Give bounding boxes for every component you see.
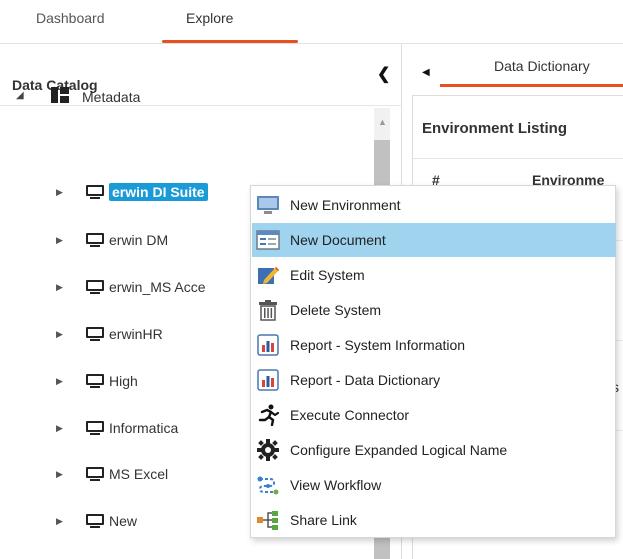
tree-node-label[interactable]: erwin DM — [109, 232, 168, 248]
share-link-icon — [256, 508, 280, 532]
menu-item-new-document[interactable]: New Document — [252, 223, 616, 257]
menu-item-edit-system[interactable]: Edit System — [252, 258, 616, 292]
tree-node[interactable]: ▶ erwin DM — [56, 228, 168, 252]
menu-item-view-workflow[interactable]: View Workflow — [252, 468, 616, 502]
running-person-icon — [256, 403, 280, 427]
menu-item-new-environment[interactable]: New Environment — [252, 188, 616, 222]
tab-scroll-left-icon[interactable]: ◀ — [422, 67, 430, 78]
scroll-up-icon[interactable]: ▲ — [378, 117, 387, 127]
active-tab-indicator — [162, 40, 298, 43]
caret-right-icon[interactable]: ▶ — [56, 187, 66, 198]
tree-node[interactable]: ▶ erwin DI Suite — [56, 180, 208, 204]
report-chart-icon — [256, 368, 280, 392]
tree-node[interactable]: ▶ Informatica — [56, 416, 178, 440]
menu-item-configure-expanded-logical-name[interactable]: Configure Expanded Logical Name — [252, 433, 616, 467]
tab-explore[interactable]: Explore — [186, 10, 233, 26]
monitor-icon — [86, 420, 104, 436]
caret-right-icon[interactable]: ▶ — [56, 329, 66, 340]
menu-item-delete-system[interactable]: Delete System — [252, 293, 616, 327]
menu-item-report-data-dictionary[interactable]: Report - Data Dictionary — [252, 363, 616, 397]
document-icon — [256, 228, 280, 252]
tab-dashboard[interactable]: Dashboard — [36, 10, 105, 26]
caret-right-icon[interactable]: ▶ — [56, 423, 66, 434]
caret-right-icon[interactable]: ▶ — [56, 282, 66, 293]
tree-node-label[interactable]: New — [109, 513, 137, 529]
monitor-new-icon — [256, 193, 280, 217]
active-tab-indicator — [440, 84, 623, 87]
menu-item-report-system-information[interactable]: Report - System Information — [252, 328, 616, 362]
edit-pencil-icon — [256, 263, 280, 287]
tree-node-label[interactable]: erwinHR — [109, 326, 163, 342]
expand-caret-icon[interactable]: ◢ — [16, 90, 24, 101]
tree-root-label[interactable]: Metadata — [82, 89, 140, 105]
tree-node[interactable]: ▶ MS Excel — [56, 462, 168, 486]
caret-right-icon[interactable]: ▶ — [56, 235, 66, 246]
caret-right-icon[interactable]: ▶ — [56, 376, 66, 387]
monitor-icon — [86, 184, 104, 200]
monitor-icon — [86, 373, 104, 389]
section-title: Environment Listing — [422, 120, 568, 137]
monitor-icon — [86, 232, 104, 248]
monitor-icon — [86, 466, 104, 482]
tab-data-dictionary[interactable]: Data Dictionary — [494, 58, 590, 74]
menu-item-execute-connector[interactable]: Execute Connector — [252, 398, 616, 432]
divider — [413, 158, 623, 159]
trash-icon — [256, 298, 280, 322]
tree-node-label[interactable]: erwin_MS Acce — [109, 279, 205, 295]
top-tab-bar: Dashboard Explore — [0, 0, 623, 44]
tree-node-label[interactable]: High — [109, 373, 138, 389]
workflow-icon — [256, 473, 280, 497]
tree-node-label[interactable]: Informatica — [109, 420, 178, 436]
monitor-icon — [86, 513, 104, 529]
monitor-icon — [86, 326, 104, 342]
caret-right-icon[interactable]: ▶ — [56, 469, 66, 480]
caret-right-icon[interactable]: ▶ — [56, 516, 66, 527]
tree-node-label[interactable]: erwin DI Suite — [109, 183, 208, 201]
menu-item-share-link[interactable]: Share Link — [252, 503, 616, 537]
monitor-icon — [86, 279, 104, 295]
context-menu: New Environment New Document Edit System… — [250, 185, 616, 538]
grid-icon — [51, 87, 69, 103]
chevron-left-icon[interactable]: ❮ — [377, 64, 390, 84]
tree-node[interactable]: ▶ New — [56, 509, 137, 533]
tree-node[interactable]: ▶ erwinHR — [56, 322, 163, 346]
gear-icon — [256, 438, 280, 462]
report-chart-icon — [256, 333, 280, 357]
tree-node[interactable]: ▶ High — [56, 369, 138, 393]
tree-node[interactable]: ▶ erwin_MS Acce — [56, 275, 205, 299]
tree-node-label[interactable]: MS Excel — [109, 466, 168, 482]
